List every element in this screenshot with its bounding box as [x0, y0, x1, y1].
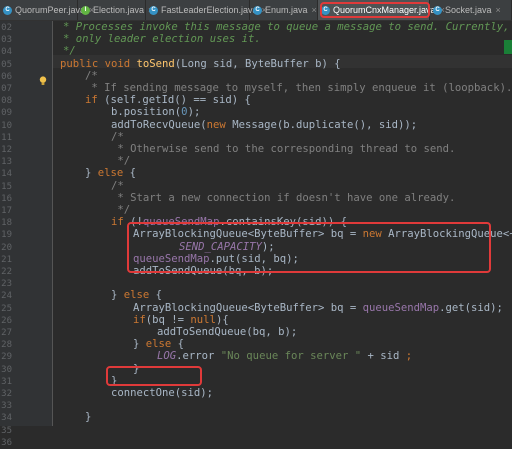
line-number: 31	[1, 376, 12, 387]
code-line-08: if (self.getId() == sid) {	[85, 94, 251, 107]
tab-label: QuorumPeer.java	[15, 5, 86, 15]
class-icon: C	[433, 5, 442, 15]
code-line-06: /*	[85, 69, 98, 82]
tab-socket[interactable]: C Socket.java ×	[430, 0, 512, 20]
tab-quorumpeer[interactable]: C QuorumPeer.java ×	[0, 0, 94, 20]
line-number: 06	[1, 71, 12, 82]
line-number: 24	[1, 291, 12, 302]
line-number: 17	[1, 206, 12, 216]
code-line-10: addToRecvQueue(new Message(b.duplicate()…	[111, 118, 418, 131]
line-number-gutter: 02 03 04 05 06 07 08 09 10 11 12 13 14 15 16 17 18 19 20 21…	[0, 21, 53, 448]
code-line-28: } else {	[133, 338, 185, 351]
line-number: 27	[1, 328, 12, 338]
line-number: 30	[1, 364, 12, 375]
overlay-badge	[504, 40, 512, 54]
code-line-09: b.position(0);	[111, 106, 201, 119]
code-line-16: * Start a new connection if doesn't have…	[111, 191, 456, 204]
tab-enum[interactable]: C Enum.java ×	[250, 0, 318, 20]
class-icon: C	[149, 5, 158, 15]
code-line-05: public void toSend(Long sid, ByteBuffer …	[60, 57, 341, 70]
code-line-03: * only leader election uses it.	[63, 33, 261, 46]
line-number: 18	[1, 218, 12, 229]
code-line-04: */	[63, 45, 76, 58]
line-number: 20	[1, 242, 12, 253]
code-line-13: */	[111, 155, 131, 168]
tab-label: FastLeaderElection.java	[161, 5, 258, 15]
code-line-14: } else {	[85, 167, 137, 180]
highlight-box-connectone	[106, 366, 202, 386]
code-line-07: * If sending message to myself, then sim…	[85, 82, 512, 94]
editor-tab-bar: C QuorumPeer.java × I Election.java × C …	[0, 0, 512, 21]
line-number: 25	[1, 303, 12, 314]
close-icon[interactable]: ×	[496, 5, 501, 15]
line-number: 29	[1, 352, 12, 363]
line-number: 05	[1, 59, 12, 70]
tab-election[interactable]: I Election.java ×	[78, 0, 153, 20]
code-line-34: }	[85, 411, 92, 424]
code-line-17: */	[111, 204, 131, 216]
code-line-26: if(bq != null){	[133, 313, 229, 326]
line-number: 13	[1, 157, 12, 168]
line-number: 28	[1, 340, 12, 351]
line-number: 12	[1, 145, 12, 155]
line-number: 11	[1, 132, 12, 143]
interface-icon: I	[81, 5, 90, 15]
code-line-15: /*	[111, 179, 124, 192]
highlight-box-active-tab	[320, 2, 430, 18]
line-number: 36	[1, 437, 12, 448]
line-number: 03	[1, 35, 12, 46]
line-number: 23	[1, 279, 12, 290]
line-number: 15	[1, 181, 12, 192]
tab-label: Enum.java	[265, 5, 308, 15]
tab-label: Socket.java	[445, 5, 492, 15]
code-editor[interactable]: * Processes invoke this message to queue…	[53, 21, 512, 426]
class-icon: C	[3, 5, 12, 15]
code-line-11: /*	[111, 130, 124, 143]
line-number: 26	[1, 315, 12, 326]
line-number: 07	[1, 84, 12, 94]
tab-label: Election.java	[93, 5, 145, 15]
line-number: 33	[1, 401, 12, 412]
close-icon[interactable]: ×	[312, 5, 317, 15]
highlight-box-new-queue	[127, 222, 491, 273]
line-number: 10	[1, 120, 12, 131]
line-number: 09	[1, 108, 12, 119]
line-number: 14	[1, 169, 12, 180]
class-icon: C	[253, 5, 262, 15]
code-line-02: * Processes invoke this message to queue…	[63, 21, 510, 33]
code-line-24: } else {	[111, 289, 163, 302]
code-line-27: addToSendQueue(bq, b);	[157, 326, 298, 338]
line-number: 16	[1, 193, 12, 204]
lightbulb-icon[interactable]	[39, 76, 47, 86]
line-number: 04	[1, 47, 12, 58]
code-line-25: ArrayBlockingQueue<ByteBuffer> bq = queu…	[133, 301, 503, 314]
line-number: 19	[1, 230, 12, 241]
line-number: 35	[1, 425, 12, 436]
code-line-32: connectOne(sid);	[111, 387, 214, 399]
line-number: 34	[1, 413, 12, 424]
line-number: 02	[1, 23, 12, 33]
tab-fastleaderelection[interactable]: C FastLeaderElection.java ×	[146, 0, 267, 20]
line-number: 21	[1, 254, 12, 265]
line-number: 32	[1, 389, 12, 399]
line-number: 08	[1, 96, 12, 107]
code-line-29: LOG.error "No queue for server " + sid ;	[157, 350, 413, 363]
line-number: 22	[1, 267, 12, 277]
code-line-12: * Otherwise send to the corresponding th…	[111, 143, 456, 155]
